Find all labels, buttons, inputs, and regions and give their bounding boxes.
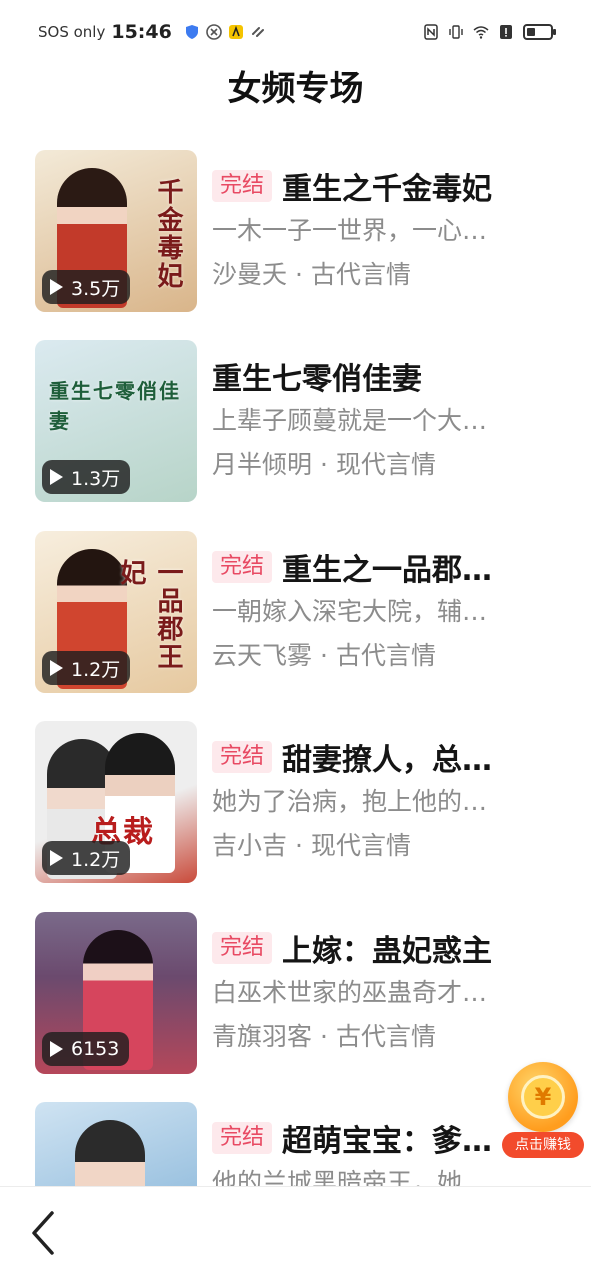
book-info: 完结 上嫁：蛊妃惑主 白巫术世家的巫蛊奇才… 青旗羽客 · 古代言情 (212, 926, 552, 1058)
play-count-badge: 1.2万 (42, 841, 131, 875)
play-count: 1.2万 (71, 848, 121, 871)
book-author: 吉小吉 (212, 831, 288, 860)
play-count-badge: 6153 (42, 1032, 130, 1066)
sos-indicator: SOS only (38, 23, 106, 41)
book-meta: 青旗羽客 · 古代言情 (212, 1016, 552, 1058)
book-category: 古代言情 (335, 641, 436, 670)
status-left: SOS only 15:46 (38, 21, 266, 43)
chevron-left-icon[interactable] (24, 1207, 64, 1259)
book-info: 完结 重生之千金毒妃 一木一子一世界，一心… 沙曼夭 · 古代言情 (212, 164, 552, 296)
book-meta: 沙曼夭 · 古代言情 (212, 254, 552, 296)
play-count: 3.5万 (71, 277, 121, 300)
title-row: 完结 甜妻撩人，总… (212, 735, 552, 779)
book-meta: 吉小吉 · 现代言情 (212, 825, 552, 867)
book-title: 重生之一品郡… (282, 553, 493, 588)
title-row: 完结 上嫁：蛊妃惑主 (212, 926, 552, 970)
play-count-badge: 1.3万 (42, 460, 131, 494)
nfc-icon (424, 24, 438, 40)
title-row: 完结 重生之一品郡… (212, 545, 552, 589)
book-author: 沙曼夭 (212, 260, 288, 289)
title-row: 重生七零俏佳妻 (212, 354, 552, 398)
book-description: 一朝嫁入深宅大院，辅… (212, 597, 488, 626)
book-info: 完结 甜妻撩人，总… 她为了治病，抱上他的… 吉小吉 · 现代言情 (212, 735, 552, 867)
earn-label: 点击赚钱 (502, 1132, 584, 1158)
alert-icon (500, 25, 512, 39)
book-author: 云天飞雾 (212, 641, 313, 670)
title-row: 完结 超萌宝宝：爹… (212, 1116, 552, 1160)
book-cover[interactable]: 千金毒妃 3.5万 (35, 150, 197, 312)
book-title: 甜妻撩人，总… (282, 743, 493, 778)
battery-icon (523, 24, 556, 40)
meta-separator: · (320, 450, 328, 479)
play-icon (50, 660, 63, 676)
status-badge: 完结 (212, 170, 273, 202)
meta-separator: · (295, 260, 303, 289)
title-row: 完结 重生之千金毒妃 (212, 164, 552, 208)
book-item[interactable]: 6153 完结 上嫁：蛊妃惑主 白巫术世家的巫蛊奇才… 青旗羽客 · 古代言情 (35, 912, 555, 1074)
status-badge: 完结 (212, 1122, 273, 1154)
link-icon (251, 27, 264, 37)
book-item[interactable]: 千金毒妃 3.5万 完结 重生之千金毒妃 一木一子一世界，一心… 沙曼夭 · 古代言… (35, 150, 555, 312)
status-badge: 完结 (212, 741, 273, 773)
book-description: 一木一子一世界，一心… (212, 216, 488, 245)
status-badge: 完结 (212, 551, 273, 583)
book-cover[interactable]: 重生七零俏佳妻 1.3万 (35, 340, 197, 502)
book-cover[interactable]: 一品郡王妃 1.2万 (35, 531, 197, 693)
book-item[interactable]: 一品郡王妃 1.2万 完结 重生之一品郡… 一朝嫁入深宅大院，辅… 云天飞雾 · 古… (35, 531, 555, 693)
play-icon (50, 279, 63, 295)
book-description: 白巫术世家的巫蛊奇才… (212, 978, 488, 1007)
book-item[interactable]: 总裁 1.2万 完结 甜妻撩人，总… 她为了治病，抱上他的… 吉小吉 · 现代言情 (35, 721, 555, 883)
coin-icon: ¥ (508, 1062, 578, 1132)
vibrate-icon (449, 25, 463, 39)
meta-separator: · (320, 641, 328, 670)
book-meta: 月半倾明 · 现代言情 (212, 444, 552, 486)
book-category: 现代言情 (335, 450, 436, 479)
play-count: 6153 (71, 1038, 120, 1060)
earn-money-button[interactable]: ¥ 点击赚钱 (502, 1062, 584, 1158)
book-item[interactable]: 重生七零俏佳妻 1.3万 重生七零俏佳妻 上辈子顾蔓就是一个大… 月半倾明 · 现代… (35, 340, 555, 502)
book-info: 重生七零俏佳妻 上辈子顾蔓就是一个大… 月半倾明 · 现代言情 (212, 354, 552, 486)
status-time: 15:46 (111, 21, 172, 43)
status-right (423, 24, 556, 40)
cover-title: 千金毒妃 (153, 178, 183, 290)
play-count-badge: 1.2万 (42, 651, 131, 685)
book-info: 完结 重生之一品郡… 一朝嫁入深宅大院，辅… 云天飞雾 · 古代言情 (212, 545, 552, 677)
shield-icon (185, 25, 198, 39)
meta-separator: · (295, 831, 303, 860)
play-count-badge: 3.5万 (42, 270, 131, 304)
book-title: 重生七零俏佳妻 (212, 362, 422, 397)
book-description: 上辈子顾蔓就是一个大… (212, 406, 488, 435)
book-category: 古代言情 (335, 1022, 436, 1051)
page-title: 女频专场 (227, 69, 364, 109)
play-icon (50, 850, 63, 866)
meta-separator: · (320, 1022, 328, 1051)
book-meta: 云天飞雾 · 古代言情 (212, 635, 552, 677)
cover-title: 重生七零俏佳妻 (49, 379, 181, 433)
book-cover[interactable]: 总裁 1.2万 (35, 721, 197, 883)
book-category: 古代言情 (310, 260, 411, 289)
book-author: 月半倾明 (212, 450, 313, 479)
book-title: 超萌宝宝：爹… (282, 1124, 493, 1159)
blocked-app-icon (206, 24, 222, 40)
play-icon (50, 469, 63, 485)
play-count: 1.3万 (71, 467, 121, 490)
wifi-icon (473, 26, 489, 39)
book-description: 她为了治病，抱上他的… (212, 787, 488, 816)
book-category: 现代言情 (310, 831, 411, 860)
book-title: 重生之千金毒妃 (282, 172, 493, 207)
app-notification-icon (228, 25, 243, 39)
status-badge: 完结 (212, 932, 273, 964)
book-cover[interactable]: 6153 (35, 912, 197, 1074)
play-icon (50, 1041, 63, 1057)
book-title: 上嫁：蛊妃惑主 (282, 934, 493, 969)
status-bar: SOS only 15:46 (0, 0, 591, 64)
play-count: 1.2万 (71, 658, 121, 681)
bottom-bar (0, 1186, 591, 1281)
coin-symbol: ¥ (521, 1075, 565, 1119)
book-author: 青旗羽客 (212, 1022, 313, 1051)
